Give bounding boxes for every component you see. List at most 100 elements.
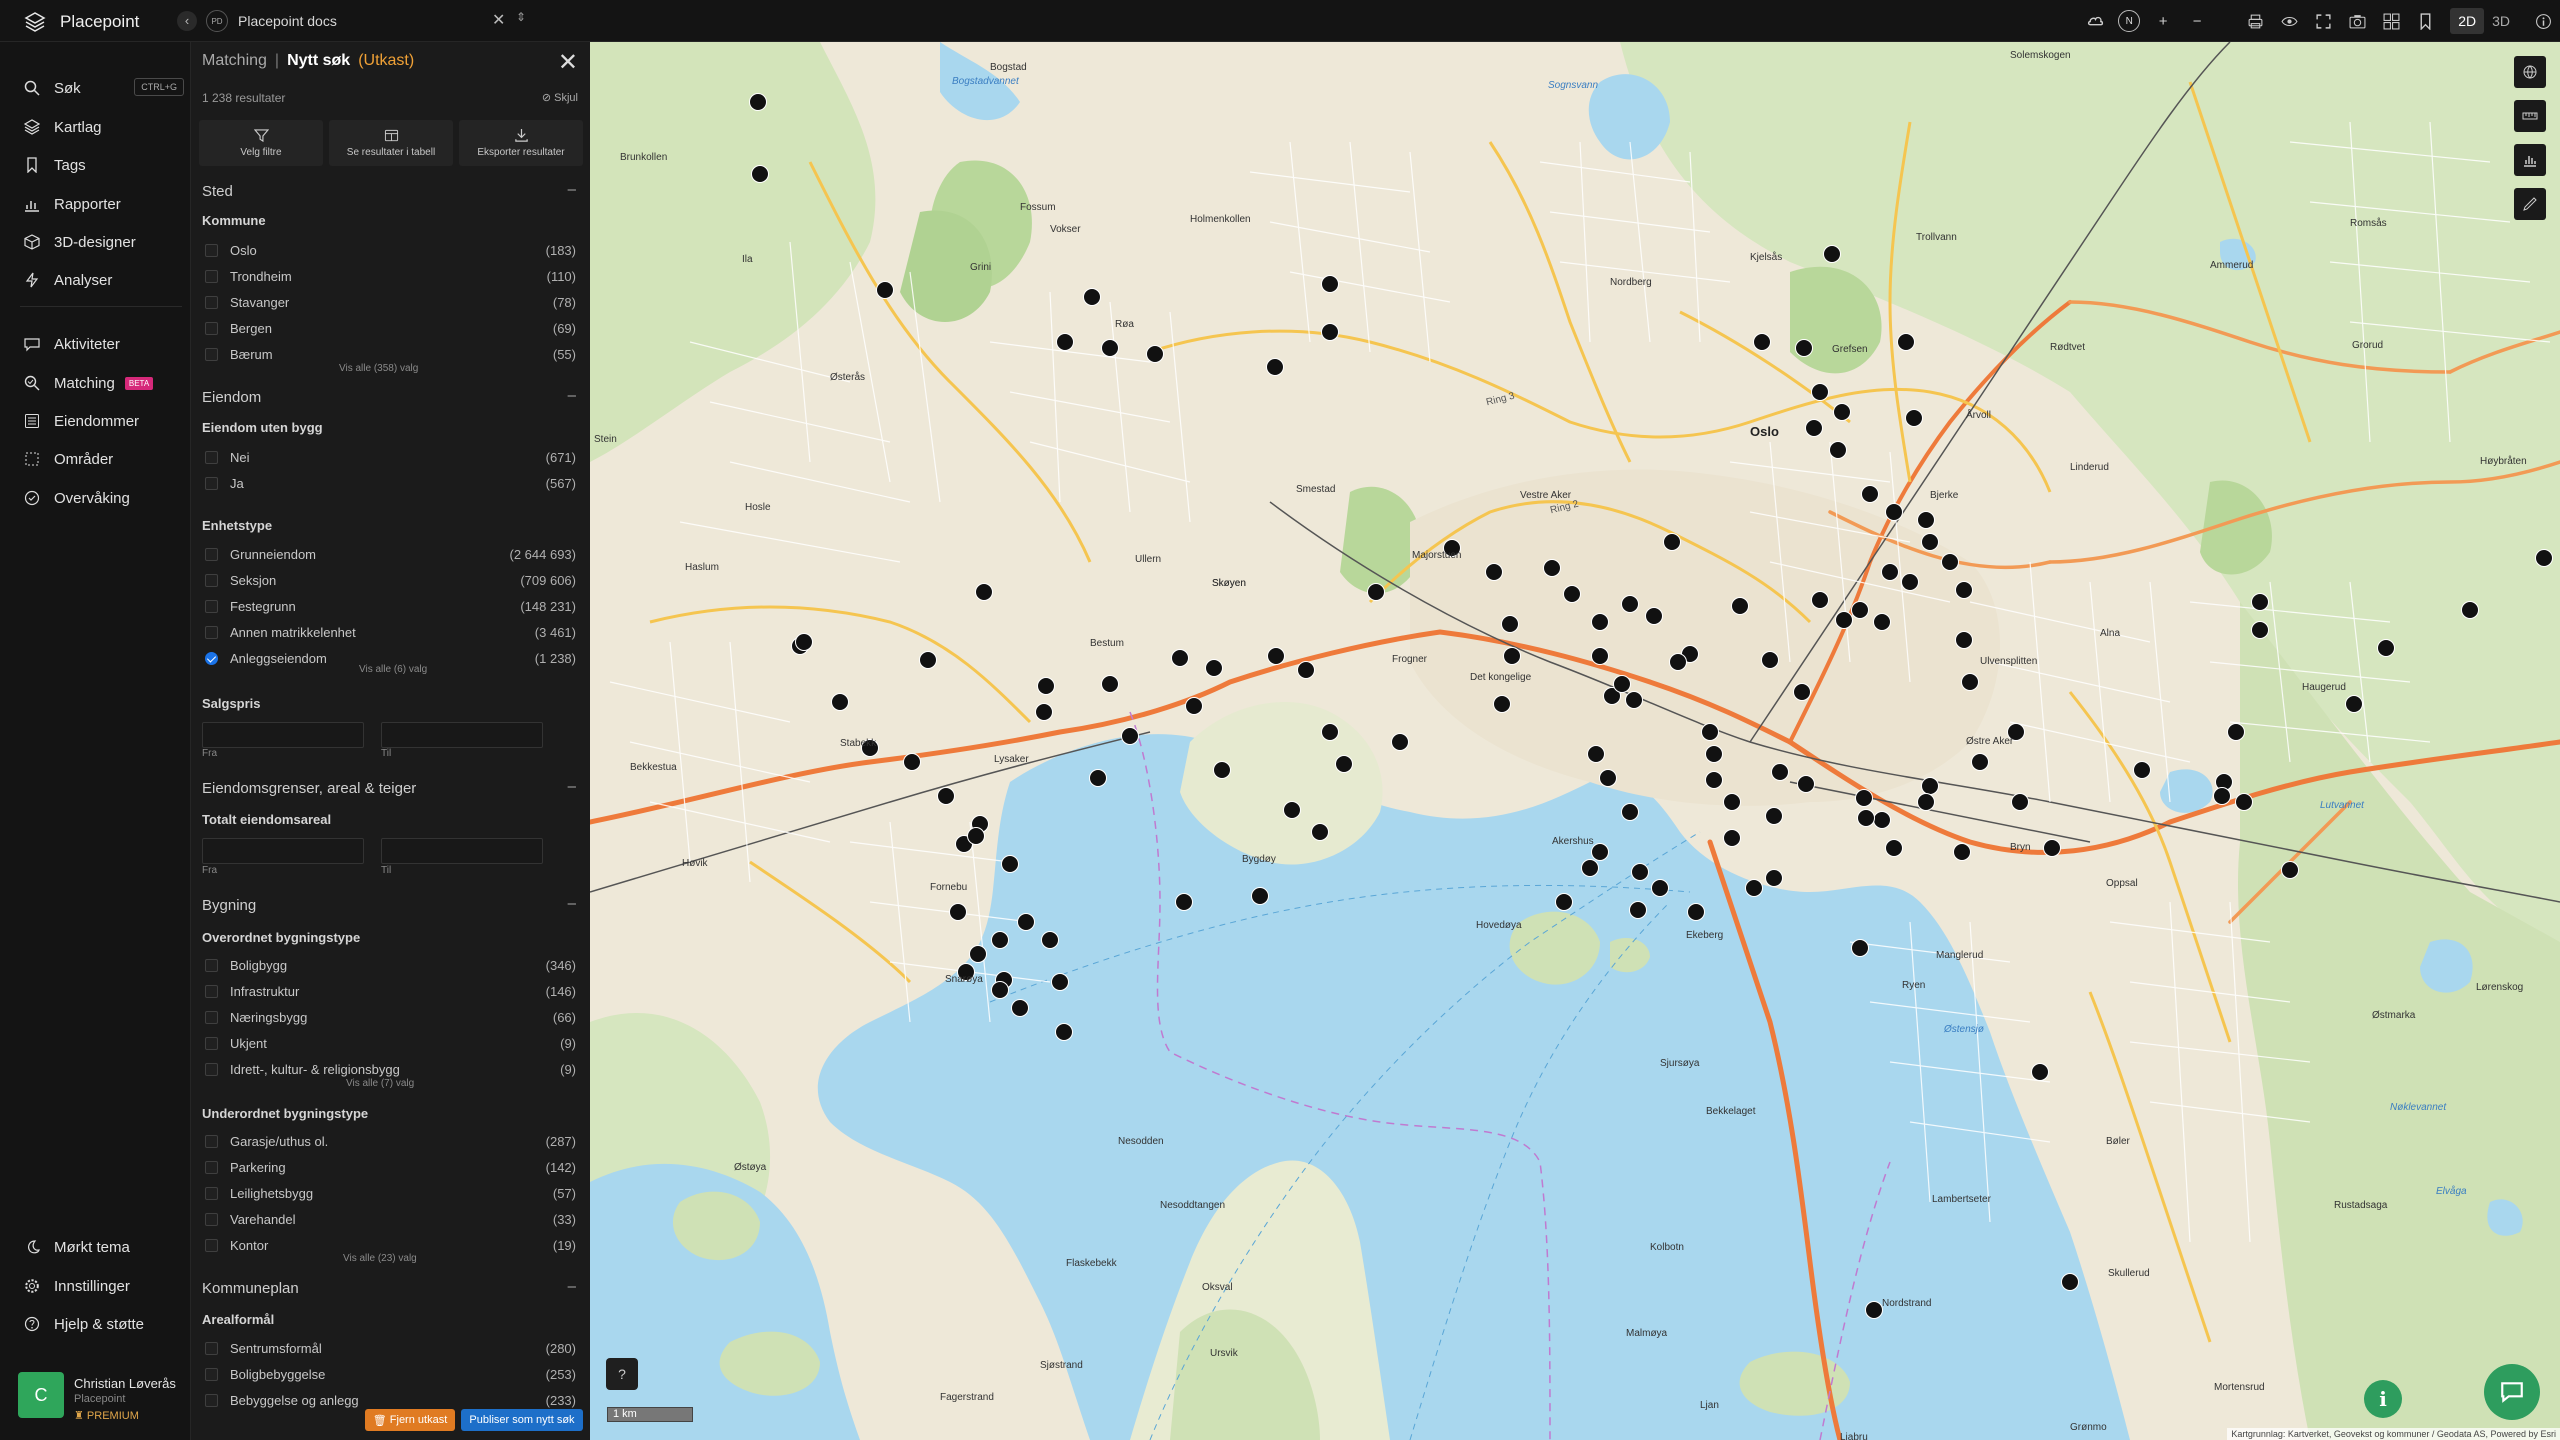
result-marker[interactable] [1205, 659, 1223, 677]
checkbox[interactable] [205, 1239, 218, 1253]
result-marker[interactable] [2227, 723, 2245, 741]
filter-option[interactable]: Oslo (183) [205, 240, 576, 260]
map-help-button[interactable]: ? [606, 1358, 638, 1390]
filter-option[interactable]: Stavanger (78) [205, 292, 576, 312]
view-mode-toggle[interactable]: 2D 3D [2450, 8, 2518, 34]
filter-option[interactable]: Seksjon (709 606) [205, 570, 576, 590]
grid-icon[interactable] [2374, 0, 2408, 42]
result-marker[interactable] [1705, 771, 1723, 789]
result-marker[interactable] [1955, 631, 1973, 649]
result-marker[interactable] [1185, 697, 1203, 715]
map-canvas[interactable]: Bogstad Bogstadvannet Brunkollen Holmenkoll… [590, 42, 2560, 1440]
result-marker[interactable] [1921, 533, 1939, 551]
result-marker[interactable] [1321, 323, 1339, 341]
checkbox[interactable] [205, 1037, 218, 1051]
result-marker[interactable] [2281, 861, 2299, 879]
collapse-section-icon[interactable]: – [568, 1278, 576, 1295]
filter-option[interactable]: Bebyggelse og anlegg (233) [205, 1390, 576, 1410]
result-marker[interactable] [1266, 358, 1284, 376]
result-marker[interactable] [1587, 745, 1605, 763]
result-marker[interactable] [1857, 809, 1875, 827]
section-eiendom[interactable]: Eiendom – [202, 387, 580, 406]
filter-option[interactable]: Næringsbygg (66) [205, 1007, 576, 1027]
sidebar-item-3d-designer[interactable]: 3D-designer [24, 230, 184, 254]
result-marker[interactable] [1321, 275, 1339, 293]
result-marker[interactable] [1035, 703, 1053, 721]
sidebar-item-områder[interactable]: Områder [24, 447, 184, 471]
switch-document-icon[interactable]: ⇕ [516, 10, 526, 24]
sidebar-item-help[interactable]: Hjelp & støtte [24, 1312, 184, 1336]
result-marker[interactable] [1629, 901, 1647, 919]
filter-option[interactable]: Ja (567) [205, 473, 576, 493]
result-marker[interactable] [1055, 1023, 1073, 1041]
view-2d-button[interactable]: 2D [2450, 8, 2485, 34]
checkbox[interactable] [205, 476, 218, 490]
checkbox[interactable] [205, 1186, 218, 1200]
sidebar-item-aktiviteter[interactable]: Aktiviteter [24, 332, 184, 356]
result-marker[interactable] [2133, 761, 2151, 779]
app-brand[interactable]: Placepoint [24, 12, 139, 32]
filter-option[interactable]: Infrastruktur (146) [205, 981, 576, 1001]
result-marker[interactable] [1391, 733, 1409, 751]
filter-option[interactable]: Trondheim (110) [205, 266, 576, 286]
result-marker[interactable] [903, 753, 921, 771]
checkbox[interactable] [205, 626, 218, 640]
sidebar-item-overvåking[interactable]: Overvåking [24, 486, 184, 510]
result-marker[interactable] [1146, 345, 1164, 363]
filter-option[interactable]: Annen matrikkelenhet (3 461) [205, 623, 576, 643]
area-to-input[interactable] [381, 838, 543, 864]
result-marker[interactable] [1493, 695, 1511, 713]
sidebar-item-tags[interactable]: Tags [24, 153, 184, 177]
section-sted[interactable]: Sted – [202, 181, 580, 200]
result-marker[interactable] [2461, 601, 2479, 619]
result-marker[interactable] [1885, 503, 1903, 521]
result-marker[interactable] [1761, 651, 1779, 669]
info-icon[interactable] [2526, 0, 2560, 42]
section-kommuneplan[interactable]: Kommuneplan – [202, 1278, 580, 1297]
result-marker[interactable] [749, 93, 767, 111]
zoom-out-icon[interactable]: − [2180, 0, 2214, 42]
result-marker[interactable] [1833, 403, 1851, 421]
visibility-icon[interactable] [2272, 0, 2306, 42]
result-marker[interactable] [1723, 793, 1741, 811]
result-marker[interactable] [2251, 593, 2269, 611]
filter-option[interactable]: Bærum (55) [205, 345, 576, 365]
section-grenser[interactable]: Eiendomsgrenser, areal & teiger – [202, 778, 580, 797]
filter-option[interactable]: Garasje/uthus ol. (287) [205, 1131, 576, 1151]
result-marker[interactable] [1121, 727, 1139, 745]
result-marker[interactable] [1011, 999, 1029, 1017]
checkbox[interactable] [205, 322, 218, 336]
filter-option[interactable]: Ukjent (9) [205, 1034, 576, 1054]
result-marker[interactable] [831, 693, 849, 711]
document-tab[interactable]: PD Placepoint docs ✕ ⇕ [206, 6, 526, 36]
result-marker[interactable] [2061, 1273, 2079, 1291]
sidebar-item-settings[interactable]: Innstillinger [24, 1274, 184, 1298]
view-3d-button[interactable]: 3D [2484, 8, 2518, 34]
map-tool-chart[interactable] [2514, 144, 2546, 176]
result-marker[interactable] [949, 903, 967, 921]
bookmark-icon[interactable] [2408, 0, 2442, 42]
filter-option[interactable]: Boligbygg (346) [205, 955, 576, 975]
result-marker[interactable] [1625, 691, 1643, 709]
result-marker[interactable] [1905, 409, 1923, 427]
result-marker[interactable] [1865, 1301, 1883, 1319]
compass-button[interactable]: N [2112, 0, 2146, 42]
result-marker[interactable] [1101, 675, 1119, 693]
checkbox[interactable] [205, 599, 218, 613]
result-marker[interactable] [1793, 683, 1811, 701]
map-tool-measure[interactable] [2514, 56, 2546, 88]
show-all-link[interactable]: Vis alle (7) valg [346, 1078, 414, 1089]
filter-option[interactable]: Festegrunn (148 231) [205, 596, 576, 616]
result-marker[interactable] [1897, 333, 1915, 351]
show-all-link[interactable]: Vis alle (23) valg [343, 1253, 417, 1264]
result-marker[interactable] [969, 945, 987, 963]
result-marker[interactable] [1017, 913, 1035, 931]
checkbox[interactable] [205, 1063, 218, 1077]
collapse-section-icon[interactable]: – [568, 387, 576, 404]
result-marker[interactable] [1599, 769, 1617, 787]
user-profile[interactable]: C Christian Løverås Placepoint ♜ PREMIUM [18, 1372, 176, 1422]
result-marker[interactable] [919, 651, 937, 669]
show-all-link[interactable]: Vis alle (358) valg [339, 363, 418, 374]
remove-draft-button[interactable]: 🗑 Fjern utkast [365, 1409, 455, 1431]
result-marker[interactable] [1745, 879, 1763, 897]
